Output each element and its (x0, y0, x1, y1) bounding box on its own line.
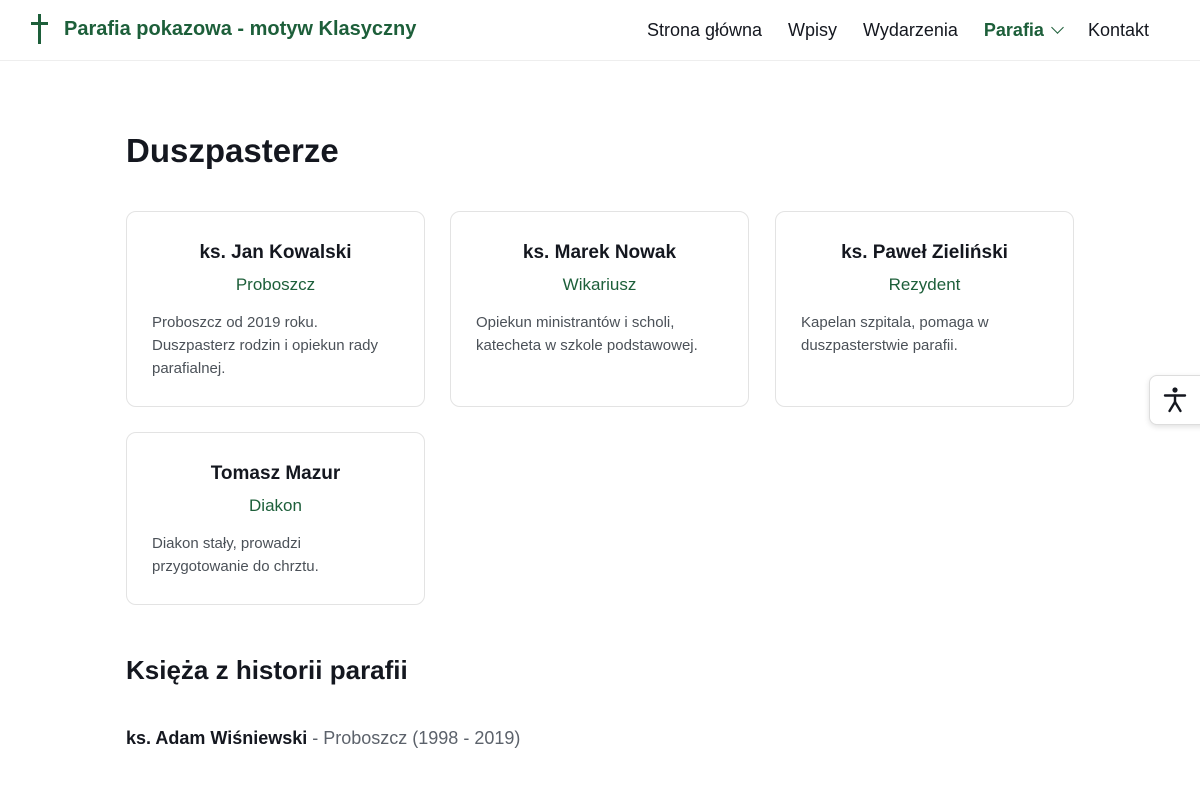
clergy-description: Diakon stały, prowadzi przygotowanie do … (152, 535, 319, 575)
history-separator: - (307, 728, 324, 748)
clergy-card: ks. Marek Nowak Wikariusz Opiekun minist… (450, 211, 749, 407)
nav-item-label: Kontakt (1087, 20, 1149, 40)
clergy-description: Opiekun ministrantów i scholi, katecheta… (476, 314, 698, 354)
history-role: Proboszcz (1998 - 2019) (323, 728, 521, 748)
site-brand[interactable]: Parafia pokazowa - motyw Klasyczny (30, 14, 416, 44)
nav-item-contact[interactable]: Kontakt (1088, 18, 1149, 42)
nav-item-posts[interactable]: Wpisy (788, 18, 837, 42)
nav-item-parish[interactable]: Parafia (983, 18, 1064, 42)
accessibility-button[interactable] (1149, 375, 1200, 425)
nav-item-home[interactable]: Strona główna (647, 18, 762, 42)
clergy-name: ks. Marek Nowak (522, 242, 677, 263)
clergy-description: Kapelan szpitala, pomaga w duszpasterstw… (801, 314, 989, 354)
clergy-role: Rezydent (888, 275, 961, 294)
site-header: Parafia pokazowa - motyw Klasyczny Stron… (0, 0, 1200, 61)
clergy-role: Diakon (249, 496, 302, 515)
clergy-name: ks. Jan Kowalski (199, 242, 352, 263)
clergy-name: ks. Paweł Zieliński (841, 242, 1008, 263)
nav-item-label: Wydarzenia (863, 20, 958, 40)
cross-icon (30, 14, 50, 44)
page-title: Duszpasterze (126, 132, 339, 169)
clergy-card: Tomasz Mazur Diakon Diakon stały, prowad… (126, 432, 425, 605)
clergy-card: ks. Paweł Zieliński Rezydent Kapelan szp… (775, 211, 1074, 407)
nav-item-label: Parafia (983, 20, 1044, 40)
clergy-role: Wikariusz (562, 275, 637, 294)
main-nav: Strona główna Wpisy Wydarzenia Parafia K… (621, 18, 1149, 42)
clergy-name: Tomasz Mazur (210, 463, 341, 484)
chevron-down-icon (1051, 21, 1064, 34)
nav-item-events[interactable]: Wydarzenia (863, 18, 958, 42)
clergy-description: Proboszcz od 2019 roku. Duszpasterz rodz… (152, 314, 378, 377)
nav-item-label: Strona główna (646, 20, 763, 40)
clergy-role: Proboszcz (235, 275, 316, 294)
nav-item-label: Wpisy (788, 20, 838, 40)
clergy-card: ks. Jan Kowalski Proboszcz Proboszcz od … (126, 211, 425, 407)
site-title: Parafia pokazowa - motyw Klasyczny (64, 18, 417, 40)
history-name: ks. Adam Wiśniewski (126, 728, 308, 748)
history-item: ks. Adam Wiśniewski - Proboszcz (1998 - … (126, 726, 520, 750)
history-section-title: Księża z historii parafii (126, 655, 408, 685)
accessibility-icon (1163, 387, 1187, 413)
